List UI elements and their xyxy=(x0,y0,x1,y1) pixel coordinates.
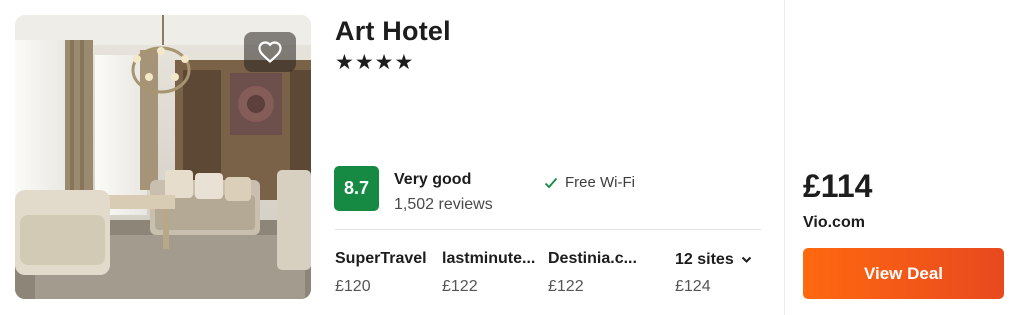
deal-provider: Vio.com xyxy=(803,214,865,231)
favorite-button[interactable] xyxy=(244,32,296,72)
site-offer-destinia[interactable]: Destinia.c... £122 xyxy=(548,250,648,296)
chevron-down-icon xyxy=(741,256,751,263)
review-score-badge: 8.7 xyxy=(334,166,379,211)
vertical-divider xyxy=(784,0,785,315)
site-offer-lastminute[interactable]: lastminute... £122 xyxy=(442,250,542,296)
more-sites-dropdown[interactable]: 12 sites £124 xyxy=(675,251,752,296)
review-count[interactable]: 1,502 reviews xyxy=(394,196,493,214)
site-name: SuperTravel xyxy=(335,250,427,267)
checkmark-icon xyxy=(544,177,558,188)
amenity-label: Free Wi-Fi xyxy=(565,174,635,191)
heart-icon xyxy=(258,41,282,63)
site-price: £120 xyxy=(335,278,371,295)
site-price: £122 xyxy=(442,278,478,295)
star-rating: ★★★★ xyxy=(335,51,415,74)
hotel-result-card[interactable]: Art Hotel ★★★★ 8.7 Very good 1,502 revie… xyxy=(0,0,1024,315)
divider xyxy=(335,229,761,230)
site-offer-supertravel[interactable]: SuperTravel £120 xyxy=(335,250,433,296)
site-price: £122 xyxy=(548,278,584,295)
more-sites-price: £124 xyxy=(675,278,711,295)
rating-label: Very good xyxy=(394,171,472,188)
site-name: Destinia.c... xyxy=(548,250,637,267)
best-price: £114 xyxy=(803,168,873,204)
more-sites-label: 12 sites xyxy=(675,251,734,268)
amenity-free-wifi: Free Wi-Fi xyxy=(544,174,635,191)
site-name: lastminute... xyxy=(442,250,536,267)
hotel-name[interactable]: Art Hotel xyxy=(335,16,451,47)
hotel-photo[interactable] xyxy=(15,15,311,299)
view-deal-button[interactable]: View Deal xyxy=(803,248,1004,299)
